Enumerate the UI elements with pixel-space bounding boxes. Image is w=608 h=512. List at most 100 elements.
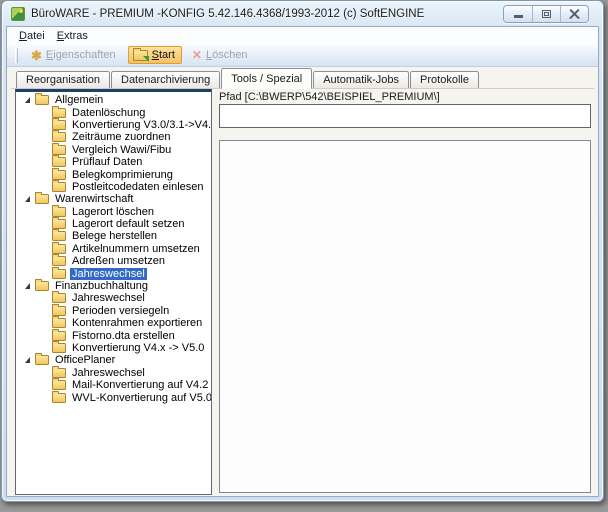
tree-item-officeplaner[interactable]: OfficePlaner xyxy=(16,354,211,366)
tab-tools-spezial[interactable]: Tools / Spezial xyxy=(221,68,312,89)
path-input[interactable] xyxy=(219,104,591,128)
tree-item-lagerort-l-schen[interactable]: Lagerort löschen xyxy=(16,206,211,218)
eigenschaften-label: Eigenschaften xyxy=(46,49,116,61)
close-icon xyxy=(569,9,580,19)
tree-item-mail-konvertierung-auf-v4-2[interactable]: Mail-Konvertierung auf V4.2 xyxy=(16,379,211,391)
tree-item-label: Prüflauf Daten xyxy=(70,156,144,168)
folder-icon xyxy=(52,182,66,192)
tree-item-adre-en-umsetzen[interactable]: Adreßen umsetzen xyxy=(16,255,211,267)
menu-item-extras[interactable]: Extras xyxy=(51,29,94,43)
tab-reorganisation[interactable]: Reorganisation xyxy=(16,71,110,88)
expand-arrow-icon[interactable] xyxy=(25,283,30,289)
l-schen-label: Löschen xyxy=(206,49,248,61)
tree-item-label: Artikelnummern umsetzen xyxy=(70,243,202,255)
tree-item-label: Konvertierung V4.x -> V5.0 xyxy=(70,342,206,354)
tree-item-zeitr-ume-zuordnen[interactable]: Zeiträume zuordnen xyxy=(16,131,211,143)
tree-item-artikelnummern-umsetzen[interactable]: Artikelnummern umsetzen xyxy=(16,243,211,255)
tree-item-label: OfficePlaner xyxy=(53,354,117,366)
tree-item-label: Perioden versiegeln xyxy=(70,305,171,317)
toolbar: ✱Eigenschaften Start ✕ Löschen xyxy=(7,44,598,67)
close-button[interactable] xyxy=(560,6,588,22)
folder-icon xyxy=(35,95,49,105)
folder-icon xyxy=(52,120,66,130)
path-label: Pfad [C:\BWERP\542\BEISPIEL_PREMIUM\] xyxy=(219,91,440,103)
l-schen-button[interactable]: ✕ Löschen xyxy=(187,46,255,64)
menu-item-datei[interactable]: Datei xyxy=(13,29,51,43)
start-button[interactable]: Start xyxy=(128,46,182,64)
folder-icon xyxy=(35,281,49,291)
tree-item-label: Finanzbuchhaltung xyxy=(53,280,150,292)
restore-icon xyxy=(542,10,551,18)
title-bar[interactable]: BüroWARE - PREMIUM -KONFIG 5.42.146.4368… xyxy=(2,1,603,26)
expand-arrow-icon[interactable] xyxy=(25,196,30,202)
tree-item-warenwirtschaft[interactable]: Warenwirtschaft xyxy=(16,193,211,205)
tree-item-finanzbuchhaltung[interactable]: Finanzbuchhaltung xyxy=(16,280,211,292)
tab-protokolle[interactable]: Protokolle xyxy=(410,71,479,88)
folder-icon xyxy=(52,108,66,118)
folder-icon xyxy=(35,355,49,365)
tree-item-fistorno-dta-erstellen[interactable]: Fistorno.dta erstellen xyxy=(16,329,211,341)
tree-item-label: Jahreswechsel xyxy=(70,367,147,379)
tree-item-label: Belege herstellen xyxy=(70,230,159,242)
tree-item-label: Konvertierung V3.0/3.1->V4.0 xyxy=(70,119,212,131)
folder-icon xyxy=(52,306,66,316)
tree-item-lagerort-default-setzen[interactable]: Lagerort default setzen xyxy=(16,218,211,230)
tree-item-label: Datenlöschung xyxy=(70,107,147,119)
tree-item-jahreswechsel[interactable]: Jahreswechsel xyxy=(16,267,211,279)
folder-icon xyxy=(52,293,66,303)
tree-item-pr-flauf-daten[interactable]: Prüflauf Daten xyxy=(16,156,211,168)
tree-item-postleitcodedaten-einlesen[interactable]: Postleitcodedaten einlesen xyxy=(16,181,211,193)
tree-item-label: Lagerort default setzen xyxy=(70,218,187,230)
folder-icon xyxy=(52,380,66,390)
tab-datenarchivierung[interactable]: Datenarchivierung xyxy=(111,71,220,88)
folder-icon xyxy=(52,393,66,403)
folder-icon xyxy=(52,343,66,353)
delete-icon: ✕ xyxy=(192,49,202,61)
tree-item-label: Jahreswechsel xyxy=(70,268,147,280)
folder-icon xyxy=(52,269,66,279)
expand-arrow-icon[interactable] xyxy=(25,357,30,363)
app-window: BüroWARE - PREMIUM -KONFIG 5.42.146.4368… xyxy=(1,0,604,502)
tree-item-vergleich-wawi-fibu[interactable]: Vergleich Wawi/Fibu xyxy=(16,144,211,156)
tree-item-kontenrahmen-exportieren[interactable]: Kontenrahmen exportieren xyxy=(16,317,211,329)
client-area: DateiExtras ✱EigenschaftenStart✕Löschen … xyxy=(6,26,599,497)
detail-panel xyxy=(219,140,591,493)
tab-bar: ReorganisationDatenarchivierungTools / S… xyxy=(11,67,594,89)
tab-automatik-jobs[interactable]: Automatik-Jobs xyxy=(313,71,409,88)
folder-icon xyxy=(52,244,66,254)
folder-icon xyxy=(35,194,49,204)
tree-item-konvertierung-v4-x-v5-0[interactable]: Konvertierung V4.x -> V5.0 xyxy=(16,342,211,354)
tools-tree: AllgemeinDatenlöschungKonvertierung V3.0… xyxy=(15,89,212,495)
minimize-button[interactable] xyxy=(504,6,532,22)
tree-item-label: Jahreswechsel xyxy=(70,292,147,304)
tree-item-jahreswechsel[interactable]: Jahreswechsel xyxy=(16,292,211,304)
eigenschaften-button[interactable]: ✱Eigenschaften xyxy=(26,46,123,65)
tree-item-label: Allgemein xyxy=(53,94,105,106)
window-title: BüroWARE - PREMIUM -KONFIG 5.42.146.4368… xyxy=(31,8,424,20)
tree-item-konvertierung-v3-0-3-1-v4-0[interactable]: Konvertierung V3.0/3.1->V4.0 xyxy=(16,119,211,131)
folder-icon xyxy=(52,207,66,217)
tree-item-perioden-versiegeln[interactable]: Perioden versiegeln xyxy=(16,305,211,317)
menu-bar: DateiExtras xyxy=(7,27,598,44)
tree-item-label: Postleitcodedaten einlesen xyxy=(70,181,205,193)
folder-icon xyxy=(52,318,66,328)
expand-arrow-icon[interactable] xyxy=(25,97,30,103)
tree-item-wvl-konvertierung-auf-v5-0[interactable]: WVL-Konvertierung auf V5.0 xyxy=(16,391,211,403)
window-controls xyxy=(503,5,589,23)
tree-item-jahreswechsel[interactable]: Jahreswechsel xyxy=(16,367,211,379)
tree-item-label: Warenwirtschaft xyxy=(53,193,135,205)
tree-item-label: WVL-Konvertierung auf V5.0 xyxy=(70,392,212,404)
folder-icon xyxy=(52,219,66,229)
tree-item-label: Kontenrahmen exportieren xyxy=(70,317,204,329)
folder-icon xyxy=(52,256,66,266)
tree-item-label: Zeiträume zuordnen xyxy=(70,131,172,143)
folder-icon xyxy=(52,157,66,167)
restore-button[interactable] xyxy=(532,6,560,22)
tree-item-belege-herstellen[interactable]: Belege herstellen xyxy=(16,230,211,242)
folder-icon xyxy=(52,331,66,341)
tree-item-belegkomprimierung[interactable]: Belegkomprimierung xyxy=(16,168,211,180)
folder-icon xyxy=(52,170,66,180)
start-label: Start xyxy=(152,49,175,61)
tree-item-datenl-schung[interactable]: Datenlöschung xyxy=(16,106,211,118)
tree-item-allgemein[interactable]: Allgemein xyxy=(16,94,211,106)
